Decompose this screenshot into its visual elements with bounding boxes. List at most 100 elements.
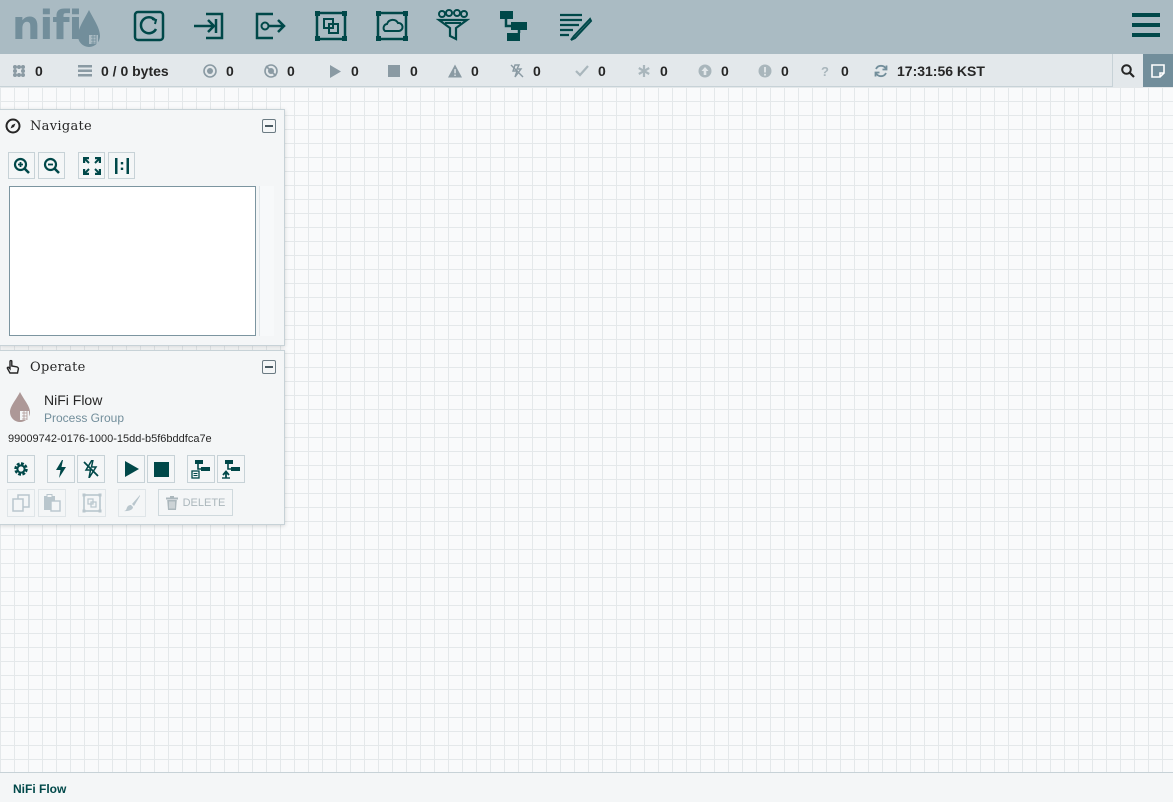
gear-icon [14, 462, 28, 476]
transmitting-status: 0 [203, 62, 234, 80]
component-id: 99009742-0176-1000-15dd-b5f6bddfca7e [8, 433, 212, 445]
add-remote-process-group-button[interactable] [372, 5, 412, 47]
sync-failure-value: 0 [781, 63, 789, 79]
fit-screen-button[interactable] [78, 152, 105, 179]
birdseye-view[interactable] [9, 186, 256, 336]
exclamation-circle-icon [758, 64, 772, 78]
active-threads-value: 0 [35, 63, 43, 79]
copy-button[interactable] [7, 489, 35, 517]
refresh-status[interactable]: 17:31:56 KST [874, 62, 985, 80]
navigate-header[interactable]: Navigate [0, 110, 284, 142]
locally-modified-status: 0 [637, 62, 668, 80]
stop-button[interactable] [147, 455, 175, 483]
arrow-up-circle-icon [698, 64, 712, 78]
navigate-title: Navigate [30, 119, 93, 134]
unknown-status: ? 0 [818, 62, 849, 80]
sync-failure-status: 0 [758, 62, 789, 80]
stop-icon [387, 64, 401, 78]
question-icon: ? [821, 63, 829, 79]
input-port-icon [194, 12, 224, 40]
zoom-out-button[interactable] [38, 152, 65, 179]
delete-button[interactable]: DELETE [158, 489, 233, 516]
add-input-port-button[interactable] [189, 5, 229, 47]
search-icon [1121, 63, 1135, 78]
play-icon [328, 64, 342, 78]
add-processor-button[interactable] [129, 5, 169, 47]
stale-value: 0 [721, 63, 729, 79]
stopped-status: 0 [387, 62, 418, 80]
paintbrush-icon [124, 495, 140, 512]
output-port-icon [255, 12, 286, 40]
refresh-time: 17:31:56 KST [897, 63, 985, 79]
birdseye-scrollbar[interactable] [259, 186, 274, 336]
add-template-button[interactable] [494, 5, 534, 47]
zoom-in-icon [13, 157, 30, 174]
unknown-value: 0 [841, 63, 849, 79]
operate-header[interactable]: Operate [0, 351, 284, 383]
paste-button[interactable] [38, 489, 66, 517]
change-color-button[interactable] [118, 489, 146, 517]
group-icon [82, 493, 102, 513]
global-menu-button[interactable] [1131, 11, 1161, 41]
add-funnel-button[interactable] [433, 5, 473, 47]
search-button[interactable] [1112, 54, 1143, 87]
breadcrumb-nifi-flow[interactable]: NiFi Flow [13, 782, 66, 796]
hamburger-icon [1132, 13, 1160, 37]
disable-lightning-icon [83, 460, 99, 478]
add-label-button[interactable] [555, 5, 595, 47]
not-transmitting-value: 0 [287, 63, 295, 79]
disabled-value: 0 [533, 63, 541, 79]
drop-icon [78, 10, 100, 47]
upload-template-button[interactable] [217, 455, 245, 483]
funnel-icon [436, 9, 470, 41]
warning-icon [448, 64, 462, 78]
queued-value: 0 / 0 bytes [101, 63, 169, 79]
add-process-group-button[interactable] [311, 5, 351, 47]
up-to-date-value: 0 [598, 63, 606, 79]
operate-title: Operate [30, 360, 86, 375]
disabled-status: 0 [510, 62, 541, 80]
disabled-icon [510, 64, 524, 78]
operate-panel: Operate NiFi Flow Process Group 99009742… [0, 350, 285, 525]
up-to-date-status: 0 [575, 62, 606, 80]
group-button[interactable] [78, 489, 106, 517]
zoom-in-button[interactable] [8, 152, 35, 179]
asterisk-icon [637, 64, 651, 78]
copy-icon [12, 494, 30, 512]
lightning-icon [56, 460, 66, 478]
add-output-port-button[interactable] [250, 5, 290, 47]
trash-icon [165, 495, 178, 510]
invalid-value: 0 [471, 63, 479, 79]
delete-label: DELETE [182, 496, 226, 509]
create-template-button[interactable] [187, 455, 215, 483]
processor-icon [133, 10, 165, 42]
disable-button[interactable] [77, 455, 105, 483]
process-group-drop-icon [10, 392, 30, 422]
queued-status: 0 / 0 bytes [78, 62, 169, 80]
navigate-panel: Navigate [0, 109, 285, 346]
transmitting-icon [203, 64, 217, 78]
transmitting-value: 0 [226, 63, 234, 79]
sticky-note-icon [1151, 63, 1165, 78]
bulletin-board-button[interactable] [1143, 54, 1173, 87]
stop-icon [153, 461, 169, 477]
running-value: 0 [351, 63, 359, 79]
refresh-icon[interactable] [874, 64, 888, 78]
queue-list-icon [78, 64, 92, 78]
start-button[interactable] [117, 455, 145, 483]
invalid-status: 0 [448, 62, 479, 80]
expand-icon [82, 156, 101, 175]
operate-collapse-button[interactable] [262, 360, 276, 374]
component-name: NiFi Flow [44, 392, 103, 408]
create-template-icon [191, 460, 210, 479]
process-group-icon [315, 11, 347, 41]
upload-template-icon [222, 460, 240, 479]
breadcrumb-bar: NiFi Flow [0, 772, 1173, 802]
enable-button[interactable] [47, 455, 75, 483]
remote-process-group-icon [376, 11, 408, 41]
actual-size-button[interactable] [108, 152, 135, 179]
navigate-collapse-button[interactable] [262, 119, 276, 133]
label-icon [560, 13, 593, 41]
configure-button[interactable] [7, 455, 35, 483]
active-threads-status: 0 [12, 62, 43, 80]
